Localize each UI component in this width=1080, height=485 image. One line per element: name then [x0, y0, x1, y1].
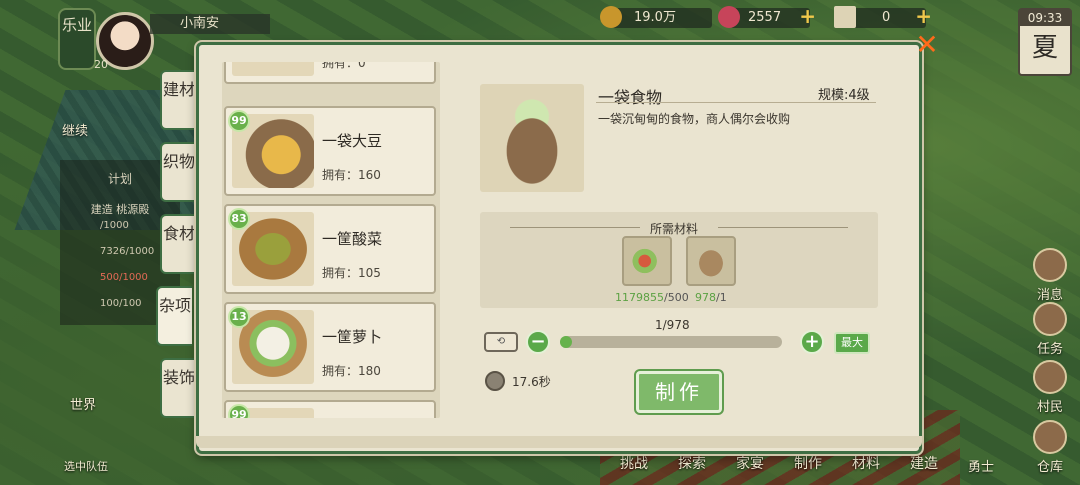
money-display: 19.0万 [600, 6, 712, 28]
material-need: /1 [716, 291, 727, 304]
nav-banquet[interactable]: 家宴 [736, 453, 764, 473]
tab-building-materials[interactable]: 建材 [160, 70, 196, 130]
item-owned: 拥有：160 [322, 168, 381, 182]
clock-time: 09:33 [1020, 10, 1070, 26]
hero-button[interactable]: 勇士 [968, 456, 994, 475]
player-name: 小南安 [150, 14, 270, 34]
material-count: 978/1 [695, 291, 727, 304]
item-list[interactable]: 拥有：0 99 一袋大豆 拥有：160 83 一筐酸菜 拥有：105 13 一筐… [222, 62, 440, 418]
message-label: 消息 [1036, 288, 1063, 303]
realm-badge[interactable]: 乐业 [58, 8, 96, 70]
dialog-footer [196, 436, 922, 448]
tab-fabrics[interactable]: 织物 [160, 142, 196, 202]
villager-icon [1033, 360, 1067, 394]
nav-materials[interactable]: 材料 [852, 453, 880, 473]
item-level-badge: 13 [228, 306, 250, 328]
world-button[interactable]: 世界 [70, 394, 96, 413]
divider [718, 227, 848, 228]
add-ticket-icon[interactable]: + [915, 6, 932, 26]
tab-misc[interactable]: 杂项 [156, 286, 192, 346]
plan-row: /1000 [100, 220, 129, 231]
nav-explore[interactable]: 探索 [678, 453, 706, 473]
material-have: 1179855 [615, 291, 664, 304]
warehouse-icon [1033, 420, 1067, 454]
season-name: 夏 [1031, 33, 1058, 63]
quantity-readout: 1/978 [655, 318, 690, 332]
item-name: 一筐萝卜 [322, 328, 383, 346]
divider [510, 227, 640, 228]
message-icon [1033, 248, 1067, 282]
task-button[interactable]: 任务 [1030, 302, 1070, 357]
item-name: 一筐酸菜 [322, 230, 383, 248]
message-button[interactable]: 消息 [1030, 248, 1070, 303]
material-need: /500 [664, 291, 689, 304]
continue-button[interactable]: 继续 [62, 120, 88, 139]
detail-description: 一袋沉甸甸的食物，商人偶尔会收购 [598, 112, 791, 126]
coin-icon [600, 6, 622, 28]
craft-time: 17.6秒 [512, 375, 551, 389]
item-level-badge: 83 [228, 208, 250, 230]
material-have: 978 [695, 291, 716, 304]
warehouse-label: 仓库 [1036, 460, 1063, 475]
item-owned: 拥有：105 [322, 266, 381, 280]
gem-value: 2557 [748, 10, 782, 25]
quantity-slider[interactable] [560, 336, 782, 348]
increase-button[interactable]: + [800, 330, 824, 354]
item-name: 一袋大豆 [322, 132, 383, 150]
quantity-icon: ⟲ [484, 332, 518, 352]
slider-fill[interactable] [560, 336, 572, 348]
nav-build[interactable]: 建造 [910, 453, 938, 473]
warehouse-button[interactable]: 仓库 [1030, 420, 1070, 475]
list-item[interactable]: 13 一筐萝卜 拥有：180 [224, 302, 436, 392]
money-value: 19.0万 [634, 10, 676, 25]
nav-challenge[interactable]: 挑战 [620, 453, 648, 473]
material-count: 1179855/500 [615, 291, 689, 304]
decrease-button[interactable]: − [526, 330, 550, 354]
season-clock[interactable]: 09:33 夏 [1018, 8, 1072, 76]
add-gem-icon[interactable]: + [799, 6, 816, 26]
sack-material-icon[interactable] [686, 236, 736, 286]
plan-row: 100/100 [100, 298, 142, 309]
gem-icon [718, 6, 740, 28]
detail-scale: 规模:4级 [818, 88, 870, 103]
detail-title: 一袋食物 [598, 88, 663, 107]
list-item[interactable]: 拥有：0 [224, 62, 436, 84]
vegetables-material-icon[interactable] [622, 236, 672, 286]
player-level: 20 [94, 58, 108, 71]
villager-label: 村民 [1036, 400, 1063, 415]
list-item[interactable]: 83 一筐酸菜 拥有：105 [224, 204, 436, 294]
item-level-badge: 99 [228, 404, 250, 418]
item-thumbnail [232, 62, 314, 76]
team-button[interactable]: 选中队伍 [64, 458, 108, 474]
make-button[interactable]: 制作 [636, 371, 722, 413]
ticket-value: 0 [882, 10, 891, 25]
tab-decor[interactable]: 装饰 [160, 358, 196, 418]
clock-icon [485, 371, 505, 391]
materials-title: 所需材料 [650, 222, 699, 236]
nav-craft[interactable]: 制作 [794, 453, 822, 473]
tab-ingredients[interactable]: 食材 [160, 214, 196, 274]
item-level-badge: 99 [228, 110, 250, 132]
ticket-display: 0 + [834, 6, 932, 28]
gem-display: 2557 + [718, 6, 816, 28]
item-owned: 拥有：0 [322, 62, 366, 70]
food-bag-icon [480, 84, 584, 192]
list-item[interactable]: 99 一袋大豆 拥有：160 [224, 106, 436, 196]
divider [596, 102, 876, 103]
plan-row: 500/1000 [100, 272, 148, 283]
close-icon[interactable]: ✕ [914, 31, 940, 59]
task-scroll-icon [1033, 302, 1067, 336]
plan-row: 7326/1000 [100, 246, 155, 257]
item-owned: 拥有：180 [322, 364, 381, 378]
villager-button[interactable]: 村民 [1030, 360, 1070, 415]
task-label: 任务 [1036, 342, 1063, 357]
max-button[interactable]: 最大 [834, 332, 870, 354]
list-item[interactable]: 99 [224, 400, 436, 418]
ticket-icon [834, 6, 856, 28]
